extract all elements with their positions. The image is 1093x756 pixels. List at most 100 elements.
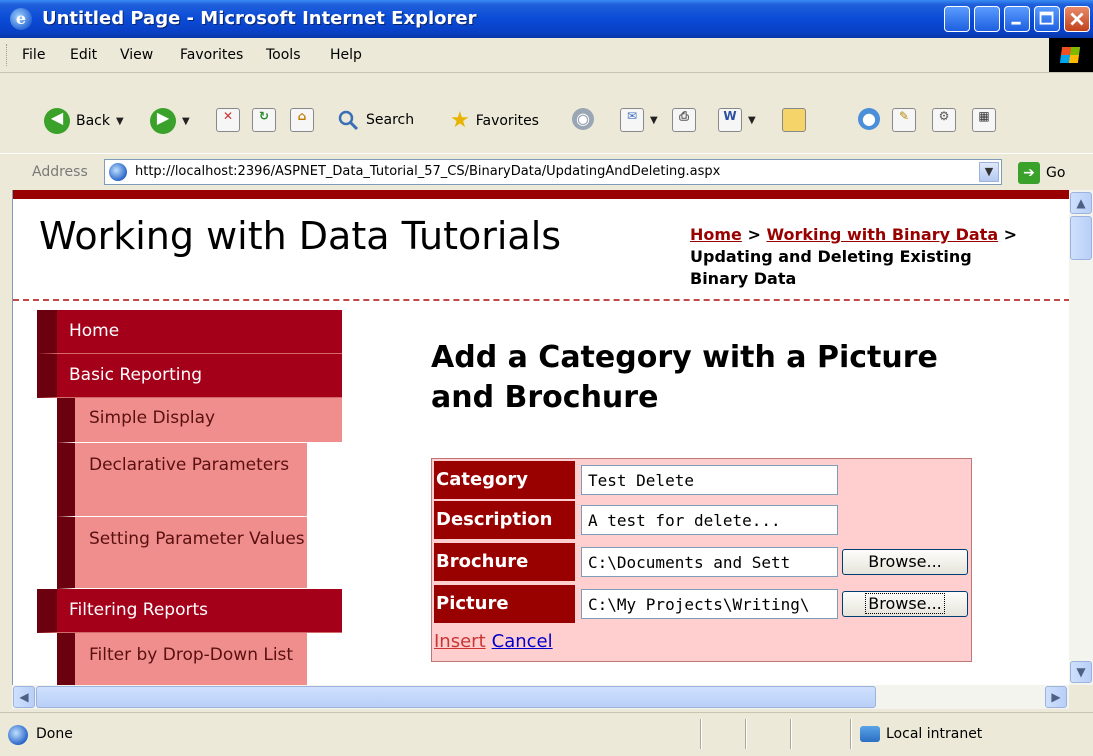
close-button[interactable]: [1064, 6, 1090, 32]
print-button[interactable]: ⎙: [672, 108, 696, 132]
ie-logo-icon: e: [10, 8, 32, 30]
vertical-scroll-thumb[interactable]: [1070, 216, 1092, 260]
breadcrumb-home-link[interactable]: Home: [690, 225, 742, 244]
address-url[interactable]: http://localhost:2396/ASPNET_Data_Tutori…: [135, 164, 720, 179]
mail-button[interactable]: ✉ ▼: [620, 108, 658, 132]
address-input[interactable]: http://localhost:2396/ASPNET_Data_Tutori…: [104, 159, 1002, 185]
sidebar-item-label: Filter by Drop-Down List: [89, 645, 294, 665]
tool-button-1[interactable]: ⚙: [932, 108, 956, 132]
insert-category-form: Category Test Delete Description A test …: [431, 458, 972, 662]
refresh-icon: ↻: [252, 108, 276, 132]
minimize-icon: [1011, 21, 1021, 25]
address-dropdown-icon[interactable]: ▼: [979, 162, 999, 182]
messenger-icon: ●: [858, 108, 880, 130]
sidebar-item-basic-reporting[interactable]: Basic Reporting: [37, 354, 342, 398]
menu-tools[interactable]: Tools: [266, 47, 301, 63]
search-icon: [338, 110, 359, 131]
close-icon: [1070, 12, 1084, 26]
scroll-up-icon[interactable]: ▲: [1070, 192, 1092, 214]
maximize-button[interactable]: [1034, 6, 1060, 32]
category-name-input[interactable]: Test Delete: [581, 465, 838, 495]
sidebar-item-simple-display[interactable]: Simple Display: [57, 398, 342, 443]
print-icon: ⎙: [672, 108, 696, 132]
scroll-right-icon[interactable]: ▶: [1045, 686, 1067, 708]
browse-label: Browse...: [868, 552, 942, 571]
sidebar-item-label: Setting Parameter Values: [89, 529, 305, 549]
sidebar-item-home[interactable]: Home: [37, 310, 342, 354]
windows-flag-icon: [1059, 47, 1081, 63]
description-label: Description: [434, 501, 575, 539]
header-divider: [13, 299, 1070, 301]
maximize-icon: [1039, 11, 1054, 25]
sidebar-item-label: Declarative Parameters: [89, 455, 290, 475]
sidebar-item-declarative-parameters[interactable]: Declarative Parameters: [57, 443, 307, 517]
edit-dropdown-icon[interactable]: ▼: [748, 115, 756, 126]
local-intranet-icon: [860, 726, 880, 742]
tools-icon: ⚙: [932, 108, 956, 132]
status-bar: Done Local intranet: [0, 712, 1093, 756]
forward-arrow-icon: ▶: [150, 108, 176, 134]
favorites-button[interactable]: ★ Favorites: [450, 108, 539, 133]
refresh-button[interactable]: ↻: [252, 108, 276, 132]
media-button[interactable]: ◉: [572, 108, 594, 130]
insert-link[interactable]: Insert: [434, 631, 486, 652]
header-stripe: [13, 190, 1070, 199]
description-input[interactable]: A test for delete...: [581, 505, 838, 535]
home-button[interactable]: ⌂: [290, 108, 314, 132]
brochure-browse-button[interactable]: Browse...: [842, 549, 968, 575]
research-button[interactable]: ✎: [892, 108, 916, 132]
picture-file-input[interactable]: C:\My Projects\Writing\: [581, 589, 838, 619]
menu-edit[interactable]: Edit: [70, 47, 97, 63]
horizontal-scroll-thumb[interactable]: [36, 686, 876, 708]
window-title: Untitled Page - Microsoft Internet Explo…: [42, 8, 477, 29]
scroll-down-icon[interactable]: ▼: [1070, 661, 1092, 683]
tool-button-2[interactable]: ▦: [972, 108, 996, 132]
stop-button[interactable]: ✕: [216, 108, 240, 132]
menu-view[interactable]: View: [120, 47, 153, 63]
form-actions: Insert Cancel: [434, 631, 553, 652]
edit-word-button[interactable]: W ▼: [718, 108, 756, 132]
breadcrumb-separator: >: [741, 225, 767, 244]
cancel-link[interactable]: Cancel: [492, 631, 553, 652]
horizontal-scrollbar[interactable]: ◀ ▶: [12, 685, 1069, 709]
search-button[interactable]: Search: [336, 108, 414, 132]
menu-help[interactable]: Help: [330, 47, 362, 63]
page-heading: Add a Category with a Picture and Brochu…: [431, 340, 938, 415]
forward-button[interactable]: ▶ ▼: [150, 108, 190, 134]
breadcrumb-separator: >: [998, 225, 1018, 244]
brochure-file-input[interactable]: C:\Documents and Sett: [581, 547, 838, 577]
page-viewport: Working with Data Tutorials Home > Worki…: [12, 190, 1070, 685]
go-button[interactable]: ➔ Go: [1018, 162, 1065, 184]
minimize-button[interactable]: [1004, 6, 1030, 32]
scroll-left-icon[interactable]: ◀: [13, 686, 35, 708]
back-dropdown-icon[interactable]: ▼: [116, 116, 124, 127]
security-zone[interactable]: Local intranet: [860, 726, 982, 742]
back-button[interactable]: ◀ Back ▼: [44, 108, 124, 134]
sidebar-item-filter-by-dropdown[interactable]: Filter by Drop-Down List: [57, 633, 307, 685]
discuss-button[interactable]: [782, 108, 806, 132]
browse-label: Browse...: [865, 593, 945, 614]
menu-grip[interactable]: [6, 44, 10, 66]
picture-browse-button[interactable]: Browse...: [842, 591, 968, 617]
window-extra-button[interactable]: [944, 6, 970, 32]
forward-dropdown-icon[interactable]: ▼: [182, 116, 190, 127]
page-done-icon: [8, 725, 28, 745]
category-label: Category: [434, 461, 575, 499]
mail-dropdown-icon[interactable]: ▼: [650, 115, 658, 126]
menu-favorites[interactable]: Favorites: [180, 47, 243, 63]
sidebar-item-filtering-reports[interactable]: Filtering Reports: [37, 589, 342, 633]
menu-file[interactable]: File: [22, 47, 45, 63]
favorites-star-icon: ★: [450, 108, 470, 133]
sidebar-item-setting-parameter-values[interactable]: Setting Parameter Values: [57, 517, 307, 589]
go-arrow-icon: ➔: [1018, 162, 1040, 184]
breadcrumb-section-link[interactable]: Working with Binary Data: [766, 225, 998, 244]
brochure-label: Brochure: [434, 543, 575, 581]
messenger-button[interactable]: ●: [858, 108, 880, 130]
sidebar-item-label: Simple Display: [89, 408, 216, 428]
window-help-button[interactable]: [974, 6, 1000, 32]
go-label: Go: [1046, 165, 1066, 181]
research-icon: ✎: [892, 108, 916, 132]
vertical-scrollbar[interactable]: ▲ ▼: [1069, 190, 1093, 685]
breadcrumb: Home > Working with Binary Data > Updati…: [690, 224, 1030, 290]
favorites-label: Favorites: [475, 112, 539, 129]
